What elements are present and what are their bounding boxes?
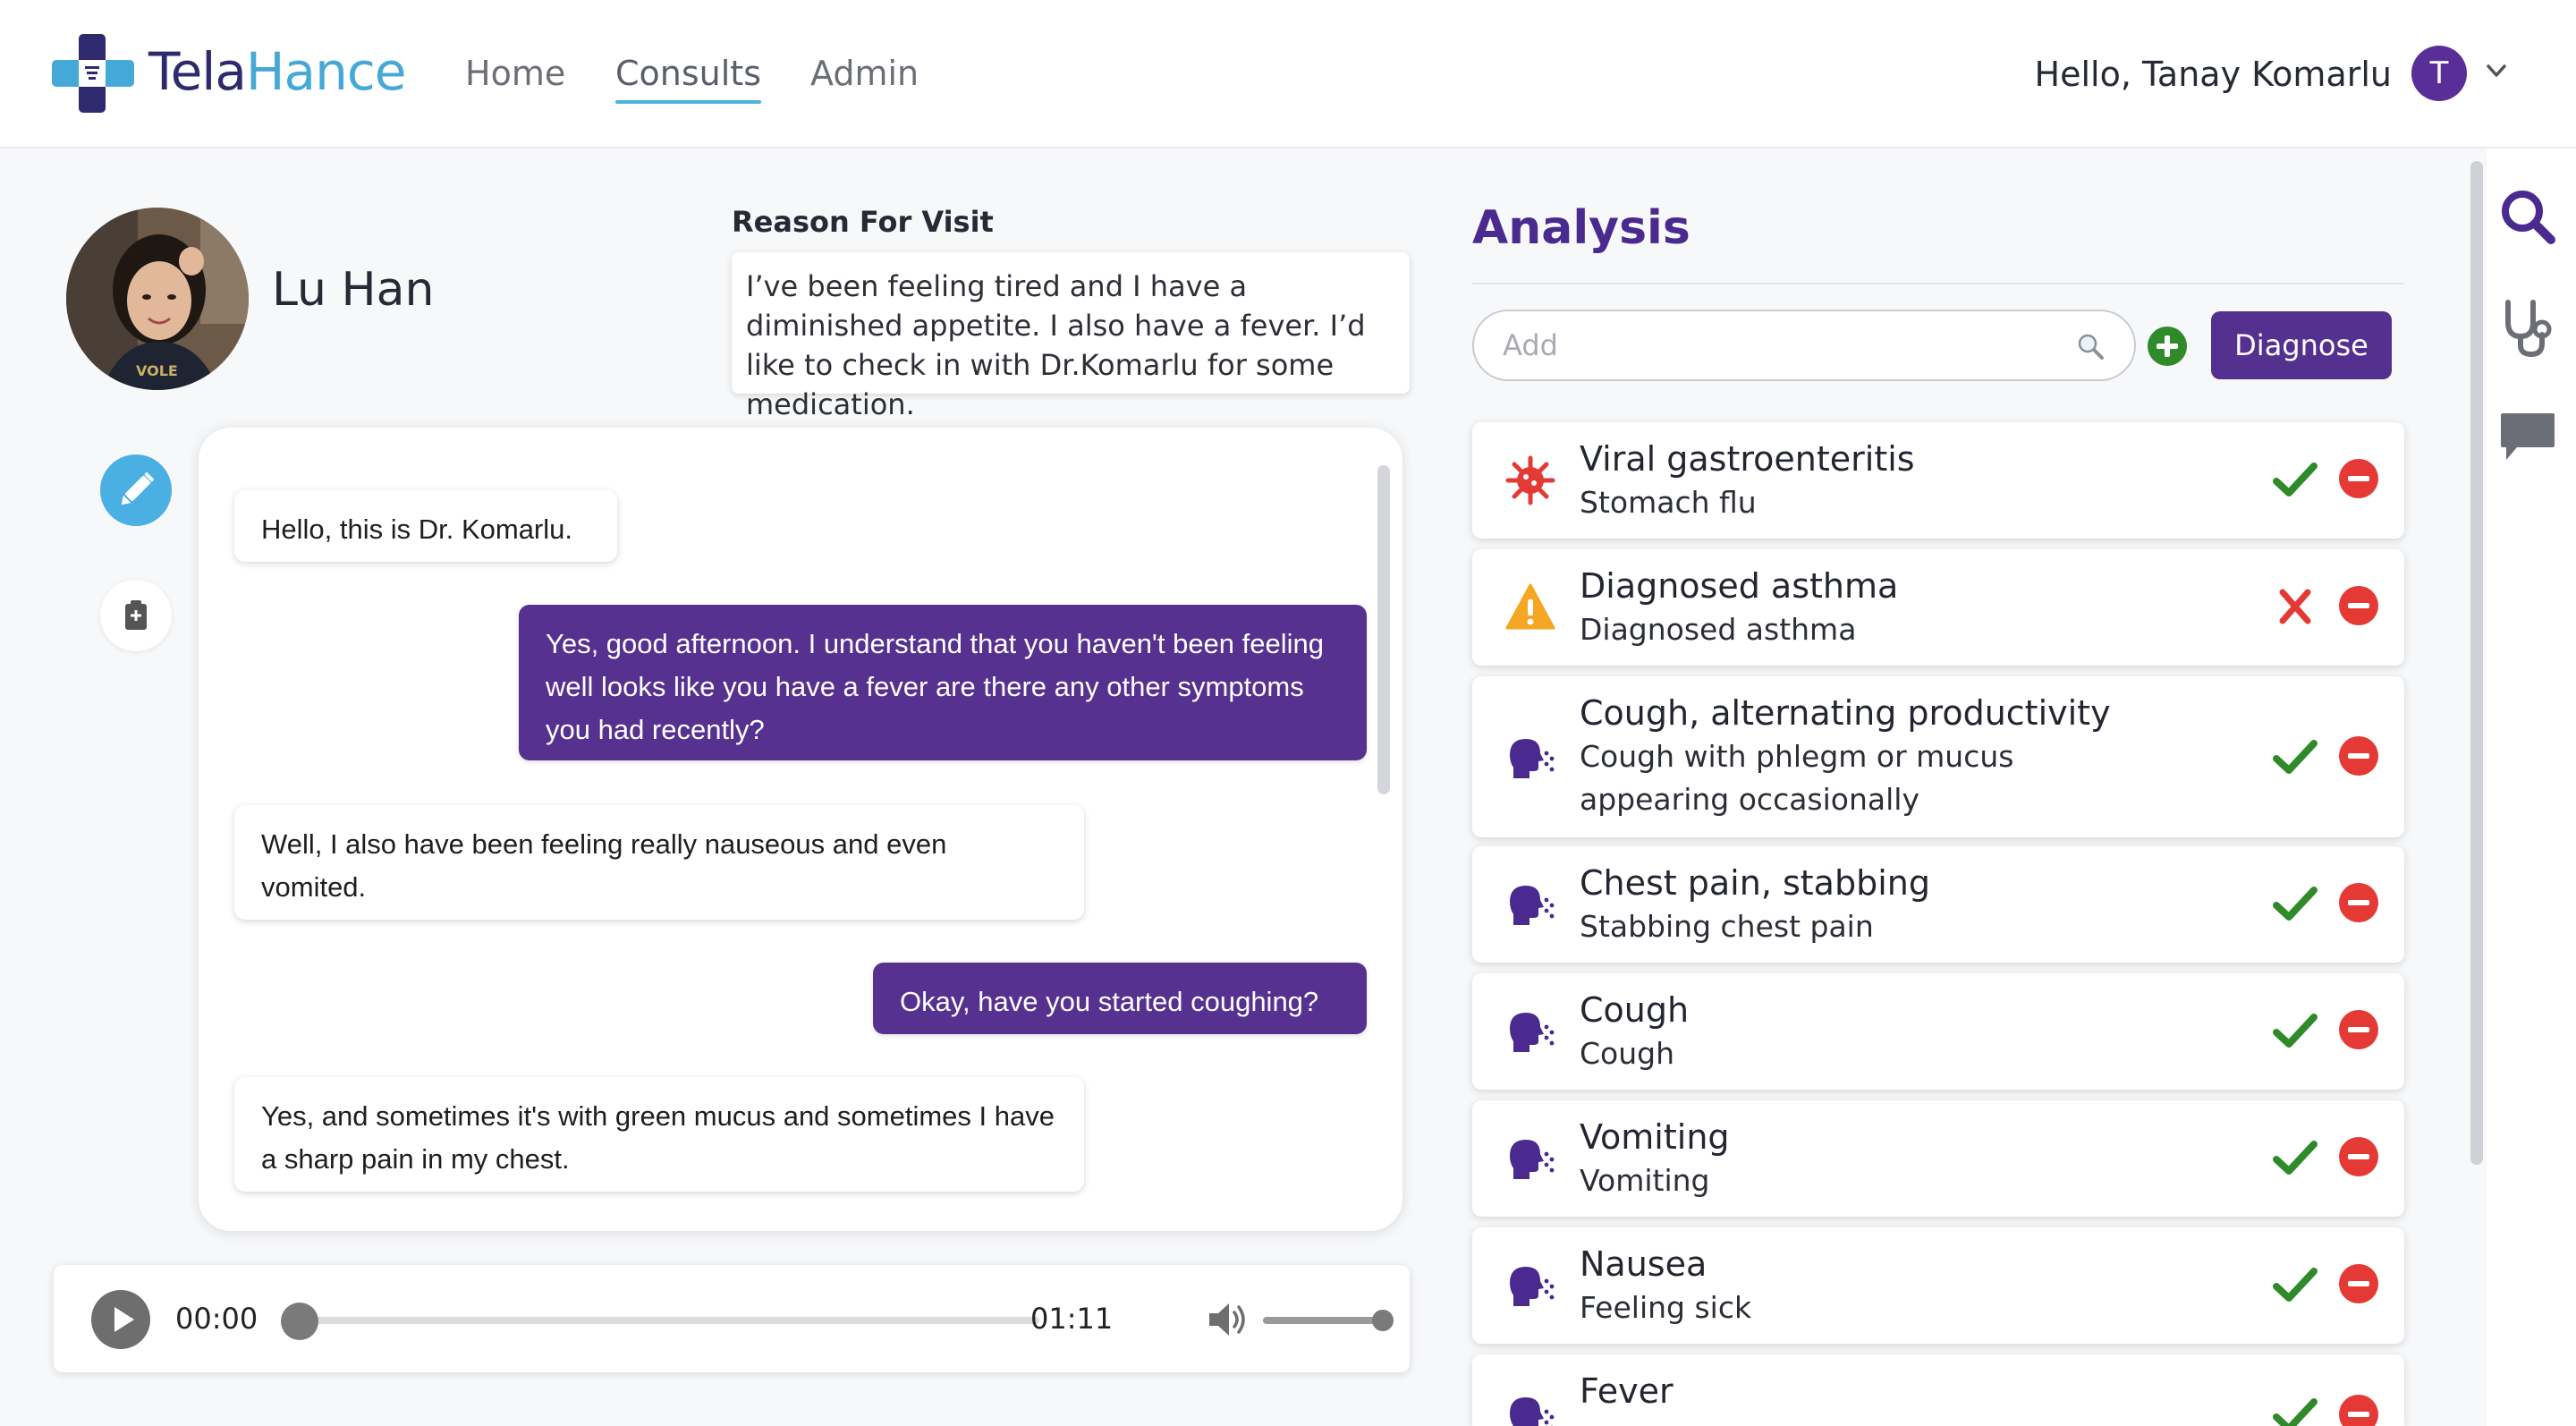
search-icon	[2078, 334, 2104, 360]
diagnosis-subtitle: Stomach flu	[1580, 485, 1757, 520]
remove-icon[interactable]	[2338, 458, 2379, 499]
check-icon[interactable]	[2272, 737, 2318, 777]
message-patient: Well, I also have been feeling really na…	[234, 805, 1084, 920]
diagnosis-subtitle: Cough with phlegm or mucus appearing occ…	[1580, 739, 2014, 817]
patient-name: Lu Han	[272, 263, 435, 317]
remove-icon[interactable]	[2338, 1136, 2379, 1177]
nav-admin[interactable]: Admin	[810, 50, 919, 97]
brand-name[interactable]: TelaHance	[148, 39, 406, 104]
diagnosis-card[interactable]: Nausea Feeling sick	[1472, 1227, 2404, 1344]
clipboard-button[interactable]	[100, 580, 172, 651]
svg-text:VOLE: VOLE	[136, 362, 178, 379]
add-condition-input[interactable]	[1472, 310, 2136, 381]
diagnose-button[interactable]: Diagnose	[2211, 311, 2392, 379]
remove-icon[interactable]	[2338, 585, 2379, 626]
virus-icon	[1505, 455, 1555, 505]
chevron-down-icon[interactable]	[2485, 59, 2508, 82]
clipboard-icon	[125, 600, 147, 630]
diagnosis-title: Viral gastroenteritis	[1580, 439, 1915, 479]
analysis-scrollbar[interactable]	[2470, 161, 2483, 1165]
pencil-icon	[121, 471, 155, 505]
diagnosis-card[interactable]: Cough, alternating productivity Cough wi…	[1472, 676, 2404, 837]
diagnosis-subtitle: Feeling sick	[1580, 1290, 1752, 1325]
reject-icon[interactable]	[2272, 587, 2318, 626]
seek-thumb[interactable]	[281, 1303, 318, 1340]
diagnosis-title: Diagnosed asthma	[1580, 566, 1899, 606]
analysis-title: Analysis	[1472, 201, 1690, 255]
cough-icon	[1510, 1013, 1555, 1052]
top-navbar: TelaHance Home Consults Admin Hello, Tan…	[0, 0, 2576, 149]
brand-name-part2: Hance	[245, 41, 406, 102]
check-icon[interactable]	[2272, 1265, 2318, 1304]
transcript-scrollbar[interactable]	[1377, 465, 1390, 794]
play-button[interactable]	[91, 1290, 150, 1349]
user-avatar[interactable]: T	[2411, 46, 2467, 101]
cough-icon	[1510, 1140, 1555, 1179]
cough-icon	[1510, 739, 1555, 778]
check-icon[interactable]	[2272, 1011, 2318, 1050]
diagnosis-card[interactable]: Fever	[1472, 1354, 2404, 1426]
check-icon[interactable]	[2272, 460, 2318, 499]
remove-icon[interactable]	[2338, 1009, 2379, 1050]
diagnosis-title: Fever	[1580, 1371, 1674, 1411]
telahance-logo-icon[interactable]	[52, 34, 134, 113]
check-icon[interactable]	[2272, 1396, 2318, 1426]
message-patient: Hello, this is Dr. Komarlu.	[234, 490, 617, 562]
seek-bar[interactable]	[301, 1317, 1039, 1324]
total-time: 01:11	[1030, 1302, 1114, 1336]
cough-icon	[1510, 886, 1555, 925]
message-patient: Yes, and sometimes it's with green mucus…	[234, 1077, 1084, 1192]
play-icon	[114, 1307, 134, 1332]
diagnosis-title: Nausea	[1580, 1244, 1707, 1284]
user-greeting: Hello, Tanay Komarlu	[2034, 55, 2392, 94]
diagnosis-subtitle: Cough	[1580, 1036, 1675, 1071]
stethoscope-icon[interactable]	[2496, 295, 2560, 360]
volume-level	[1263, 1317, 1386, 1324]
cough-icon	[1510, 1267, 1555, 1306]
brand-name-part1: Tela	[148, 41, 247, 102]
remove-icon[interactable]	[2338, 1394, 2379, 1426]
cough-icon	[1510, 1397, 1555, 1426]
analysis-divider	[1472, 283, 2404, 284]
check-icon[interactable]	[2272, 884, 2318, 923]
diagnosis-title: Cough, alternating productivity	[1580, 693, 2111, 733]
diagnosis-card[interactable]: Chest pain, stabbing Stabbing chest pain	[1472, 846, 2404, 963]
edit-transcript-button[interactable]	[100, 454, 172, 526]
chat-icon[interactable]	[2496, 404, 2560, 469]
remove-icon[interactable]	[2338, 882, 2379, 923]
remove-icon[interactable]	[2338, 1263, 2379, 1304]
diagnosis-subtitle: Vomiting	[1580, 1163, 1710, 1198]
diagnosis-card[interactable]: Vomiting Vomiting	[1472, 1100, 2404, 1217]
diagnosis-card[interactable]: Diagnosed asthma Diagnosed asthma	[1472, 549, 2404, 666]
diagnosis-title: Vomiting	[1580, 1117, 1730, 1157]
nav-home[interactable]: Home	[465, 50, 565, 97]
reason-for-visit-text: I’ve been feeling tired and I have a dim…	[732, 252, 1410, 421]
patient-photo: VOLE	[66, 208, 249, 390]
warning-icon	[1505, 583, 1555, 630]
volume-slider[interactable]	[1263, 1317, 1386, 1324]
reason-for-visit-title: Reason For Visit	[732, 205, 994, 239]
diagnosis-card[interactable]: Cough Cough	[1472, 973, 2404, 1090]
nav-consults[interactable]: Consults	[615, 50, 762, 104]
check-icon[interactable]	[2272, 1138, 2318, 1177]
diagnosis-card[interactable]: Viral gastroenteritis Stomach flu	[1472, 422, 2404, 539]
message-doctor: Yes, good afternoon. I understand that y…	[519, 605, 1367, 760]
audio-player: 00:00 01:11	[54, 1265, 1410, 1372]
remove-icon[interactable]	[2338, 735, 2379, 777]
search-icon[interactable]	[2496, 184, 2560, 249]
diagnosis-title: Chest pain, stabbing	[1580, 863, 1930, 903]
current-time: 00:00	[175, 1302, 258, 1336]
volume-thumb[interactable]	[1372, 1310, 1394, 1331]
add-circle-icon[interactable]	[2147, 326, 2188, 367]
volume-icon[interactable]	[1208, 1301, 1249, 1338]
diagnosis-title: Cough	[1580, 990, 1690, 1030]
diagnosis-subtitle: Diagnosed asthma	[1580, 612, 1857, 647]
message-doctor: Okay, have you started coughing?	[873, 963, 1367, 1034]
diagnosis-subtitle: Stabbing chest pain	[1580, 909, 1874, 944]
